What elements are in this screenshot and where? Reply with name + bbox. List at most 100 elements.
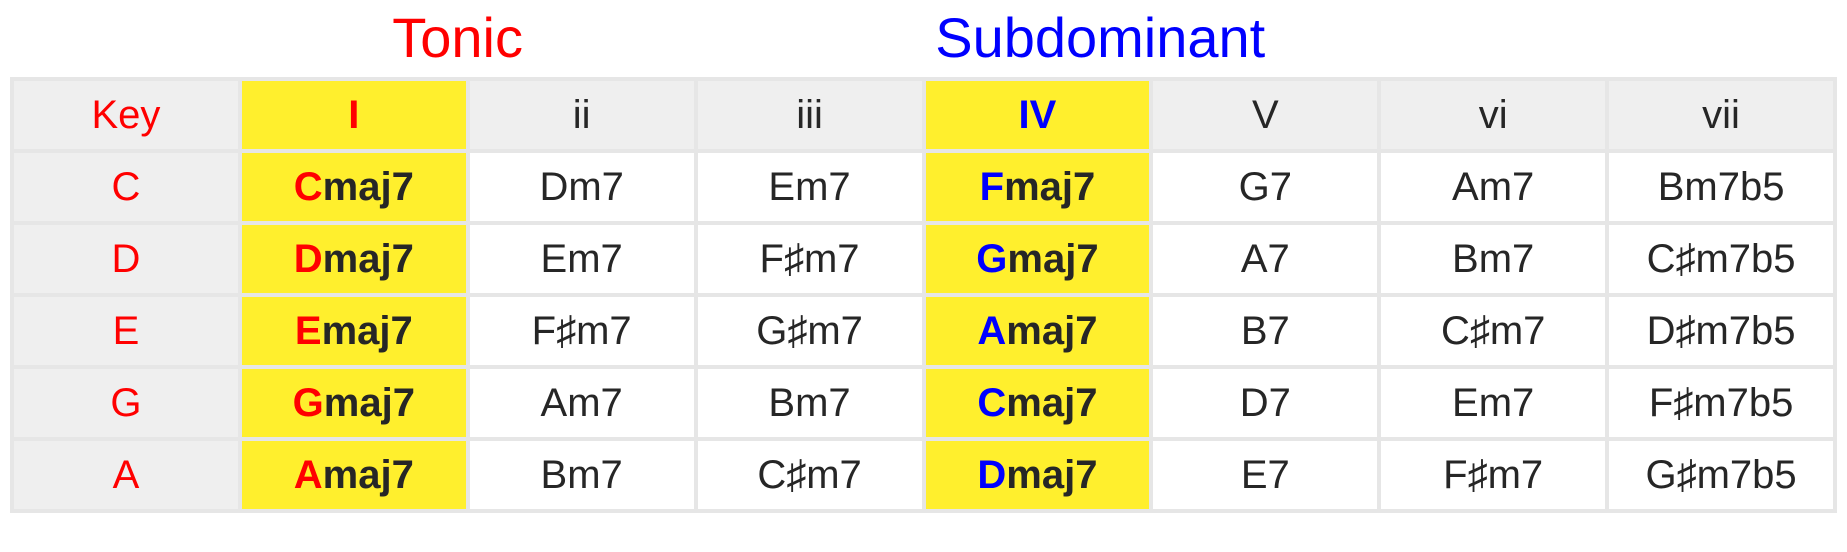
key-cell: G [12, 367, 240, 439]
chord-suffix: m7b5 [1697, 453, 1797, 497]
chord-suffix: maj7 [323, 237, 414, 281]
chord-note: D [539, 165, 568, 209]
chord-suffix: m7b5 [1695, 309, 1795, 353]
title-subdominant: Subdominant [905, 4, 1837, 71]
chord-note: C♯ [1647, 237, 1696, 281]
chord-suffix: m7 [795, 165, 851, 209]
table-row: GGmaj7Am7Bm7Cmaj7D7Em7F♯m7b5 [12, 367, 1835, 439]
chord-suffix: m7 [795, 381, 851, 425]
chord-note: D [977, 453, 1006, 497]
key-cell: A [12, 439, 240, 511]
chord-note: E [541, 237, 568, 281]
chord-note: B [1452, 237, 1479, 281]
chord-suffix: maj7 [323, 453, 414, 497]
chord-suffix: m7 [568, 165, 624, 209]
chord-suffix: maj7 [1007, 237, 1098, 281]
chord-suffix: maj7 [1006, 453, 1097, 497]
chord-suffix: 7 [1268, 453, 1290, 497]
chord-suffix: maj7 [1006, 309, 1097, 353]
chord-note: G♯ [1645, 453, 1696, 497]
table-row: EEmaj7F♯m7G♯m7Amaj7B7C♯m7D♯m7b5 [12, 295, 1835, 367]
chord-cell: Gmaj7 [924, 223, 1152, 295]
chord-note: G [293, 381, 324, 425]
chord-note: B [768, 381, 795, 425]
chord-cell: C♯m7b5 [1607, 223, 1835, 295]
chord-suffix: 7 [1269, 381, 1291, 425]
chord-note: G [976, 237, 1007, 281]
chord-cell: Dmaj7 [924, 439, 1152, 511]
chord-suffix: m7b5 [1693, 381, 1793, 425]
chord-suffix: m7 [1479, 381, 1535, 425]
chord-suffix: m7 [804, 237, 860, 281]
chord-suffix: m7 [567, 453, 623, 497]
chord-cell: F♯m7 [696, 223, 924, 295]
chord-note: F [980, 165, 1004, 209]
chord-cell: D♯m7b5 [1607, 295, 1835, 367]
chord-cell: Dmaj7 [240, 223, 468, 295]
table-row: DDmaj7Em7F♯m7Gmaj7A7Bm7C♯m7b5 [12, 223, 1835, 295]
chord-note: E [768, 165, 795, 209]
chord-suffix: maj7 [1006, 381, 1097, 425]
chord-note: C♯ [1441, 309, 1490, 353]
title-tonic: Tonic [10, 4, 905, 71]
chord-cell: Bm7 [696, 367, 924, 439]
chord-note: A [977, 309, 1006, 353]
chord-suffix: m7 [1479, 165, 1535, 209]
chord-note: D [1240, 381, 1269, 425]
chord-cell: G♯m7 [696, 295, 924, 367]
chord-cell: Am7 [1379, 151, 1607, 223]
chord-cell: Emaj7 [240, 295, 468, 367]
chord-note: B [1241, 309, 1268, 353]
chord-cell: Em7 [468, 223, 696, 295]
chord-note: E [1241, 453, 1268, 497]
header-degree: I [240, 79, 468, 151]
chord-cell: Cmaj7 [240, 151, 468, 223]
chord-suffix: maj7 [322, 309, 413, 353]
chord-cell: G7 [1151, 151, 1379, 223]
chord-suffix: m7 [806, 453, 862, 497]
chord-suffix: 7 [1270, 165, 1292, 209]
chord-cell: Amaj7 [924, 295, 1152, 367]
chord-cell: B7 [1151, 295, 1379, 367]
chord-cell: Bm7b5 [1607, 151, 1835, 223]
header-degree: ii [468, 79, 696, 151]
chord-note: G [1239, 165, 1270, 209]
chord-note: E [1452, 381, 1479, 425]
table-row: CCmaj7Dm7Em7Fmaj7G7Am7Bm7b5 [12, 151, 1835, 223]
chord-cell: Cmaj7 [924, 367, 1152, 439]
chord-suffix: maj7 [1004, 165, 1095, 209]
header-degree: vi [1379, 79, 1607, 151]
chord-note: F♯ [1443, 453, 1487, 497]
chord-suffix: maj7 [323, 165, 414, 209]
chord-suffix: m7 [1490, 309, 1546, 353]
chord-note: F♯ [532, 309, 576, 353]
chord-note: C [977, 381, 1006, 425]
chord-cell: G♯m7b5 [1607, 439, 1835, 511]
chord-note: A [1452, 165, 1479, 209]
chord-suffix: m7 [567, 381, 623, 425]
chord-note: G♯ [756, 309, 807, 353]
chord-cell: Gmaj7 [240, 367, 468, 439]
chord-cell: C♯m7 [1379, 295, 1607, 367]
chord-table: KeyIiiiiiIVVviviiCCmaj7Dm7Em7Fmaj7G7Am7B… [10, 77, 1837, 513]
chord-cell: D7 [1151, 367, 1379, 439]
chord-cell: C♯m7 [696, 439, 924, 511]
chord-cell: F♯m7 [1379, 439, 1607, 511]
chord-cell: Amaj7 [240, 439, 468, 511]
chord-cell: Bm7 [468, 439, 696, 511]
chord-suffix: m7 [1479, 237, 1535, 281]
header-degree: IV [924, 79, 1152, 151]
chord-cell: Am7 [468, 367, 696, 439]
key-cell: D [12, 223, 240, 295]
header-key: Key [12, 79, 240, 151]
chord-note: F♯ [760, 237, 804, 281]
key-cell: C [12, 151, 240, 223]
chord-suffix: m7 [567, 237, 623, 281]
chord-suffix: m7b5 [1695, 237, 1795, 281]
chord-note: C [294, 165, 323, 209]
chord-suffix: m7 [807, 309, 863, 353]
key-cell: E [12, 295, 240, 367]
titles-row: Tonic Subdominant [10, 4, 1837, 71]
chord-function-table: Tonic Subdominant KeyIiiiiiIVVviviiCCmaj… [0, 0, 1847, 523]
chord-suffix: 7 [1268, 237, 1290, 281]
